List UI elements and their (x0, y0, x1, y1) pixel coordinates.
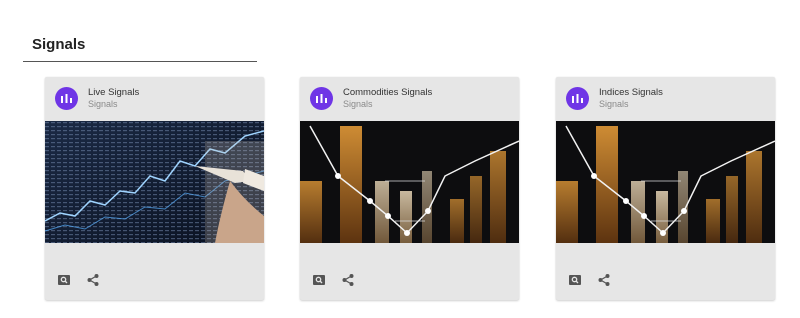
share-icon[interactable] (341, 273, 357, 289)
card-live-signals[interactable]: Live Signals Signals (45, 77, 264, 300)
card-actions (556, 273, 775, 291)
card-actions (300, 273, 519, 291)
card-actions (45, 273, 264, 291)
card-title: Indices Signals (599, 87, 663, 98)
card-header: Commodities Signals Signals (300, 77, 519, 121)
card-header: Live Signals Signals (45, 77, 264, 121)
bar-chart-icon (55, 87, 78, 110)
section-title: Signals (32, 36, 86, 53)
card-header: Indices Signals Signals (556, 77, 775, 121)
section-divider (23, 61, 257, 62)
card-image (300, 121, 519, 243)
card-image (556, 121, 775, 243)
zoom-icon[interactable] (312, 273, 328, 289)
card-subtitle: Signals (88, 99, 118, 109)
card-image (45, 121, 264, 243)
card-commodities-signals[interactable]: Commodities Signals Signals (300, 77, 519, 300)
share-icon[interactable] (597, 273, 613, 289)
bar-chart-icon (566, 87, 589, 110)
share-icon[interactable] (86, 273, 102, 289)
card-indices-signals[interactable]: Indices Signals Signals (556, 77, 775, 300)
zoom-icon[interactable] (568, 273, 584, 289)
card-subtitle: Signals (343, 99, 373, 109)
card-title: Commodities Signals (343, 87, 433, 98)
zoom-icon[interactable] (57, 273, 73, 289)
card-title: Live Signals (88, 87, 140, 98)
card-subtitle: Signals (599, 99, 629, 109)
bar-chart-icon (310, 87, 333, 110)
